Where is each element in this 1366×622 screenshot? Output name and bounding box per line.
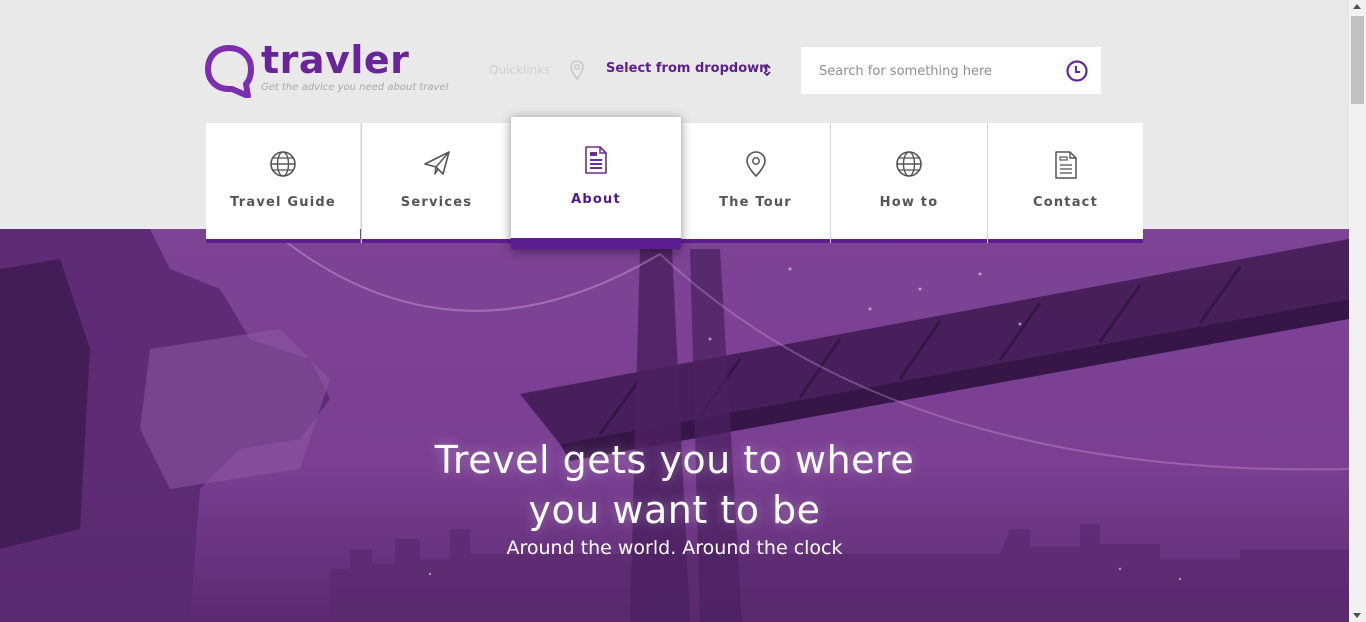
nav-label: Contact <box>1032 195 1099 210</box>
nav-tile-underline <box>988 239 1143 243</box>
nav-tile-services[interactable]: Services <box>361 123 511 243</box>
logo-wordmark: travler <box>261 38 410 82</box>
document-icon <box>585 146 607 174</box>
clock-icon[interactable] <box>1065 59 1089 83</box>
chevron-up-down-icon <box>763 63 771 77</box>
nav-tile-underline <box>511 238 681 249</box>
search-box <box>801 47 1101 94</box>
scrollbar-thumb[interactable] <box>1351 16 1364 104</box>
dropdown-label: Select from dropdown <box>606 61 769 76</box>
page-scrollbar[interactable] <box>1349 0 1366 622</box>
nav-tile-the-tour[interactable]: The Tour <box>681 123 830 243</box>
nav-tile-underline <box>206 239 360 243</box>
globe-icon <box>270 151 296 177</box>
nav-tile-how-to[interactable]: How to <box>830 123 987 243</box>
hero-subtitle: Around the world. Around the clock <box>506 537 843 559</box>
hero-banner: Trevel gets you to where you want to be … <box>0 229 1349 622</box>
paper-plane-icon <box>423 151 450 175</box>
bridge-background-image <box>0 229 1349 622</box>
globe-icon <box>896 151 922 177</box>
nav-tile-about[interactable]: About <box>511 117 681 249</box>
hero-title-line-2: you want to be <box>528 488 821 532</box>
main-nav: Travel Guide Services About The Tour How… <box>206 117 1143 249</box>
document-icon <box>1054 151 1077 179</box>
nav-tile-underline <box>362 239 511 243</box>
nav-tile-travel-guide[interactable]: Travel Guide <box>206 123 360 243</box>
nav-label: Services <box>400 195 473 210</box>
nav-label: About <box>571 192 621 207</box>
nav-label: Travel Guide <box>230 195 336 210</box>
nav-label: How to <box>879 195 939 210</box>
speech-bubble-logo-icon <box>205 45 254 98</box>
scroll-up-arrow-icon[interactable] <box>1353 4 1361 9</box>
nav-label: The Tour <box>719 195 792 210</box>
quicklinks-label: Quicklinks <box>489 63 551 77</box>
page: travler Get the advice you need about tr… <box>0 0 1349 622</box>
location-pin-icon <box>570 60 584 80</box>
search-input[interactable] <box>819 61 1049 81</box>
quicklinks-dropdown[interactable]: Select from dropdown <box>606 61 771 77</box>
nav-tile-contact[interactable]: Contact <box>987 123 1143 243</box>
map-pin-icon <box>745 151 766 178</box>
hero-title: Trevel gets you to where you want to be <box>0 435 1349 535</box>
nav-tile-underline <box>831 239 987 243</box>
hero-title-line-1: Trevel gets you to where <box>434 438 915 482</box>
logo[interactable]: travler Get the advice you need about tr… <box>204 38 464 100</box>
logo-tagline: Get the advice you need about travel <box>261 82 449 93</box>
scroll-down-arrow-icon[interactable] <box>1353 613 1361 618</box>
nav-tile-underline <box>681 239 830 243</box>
